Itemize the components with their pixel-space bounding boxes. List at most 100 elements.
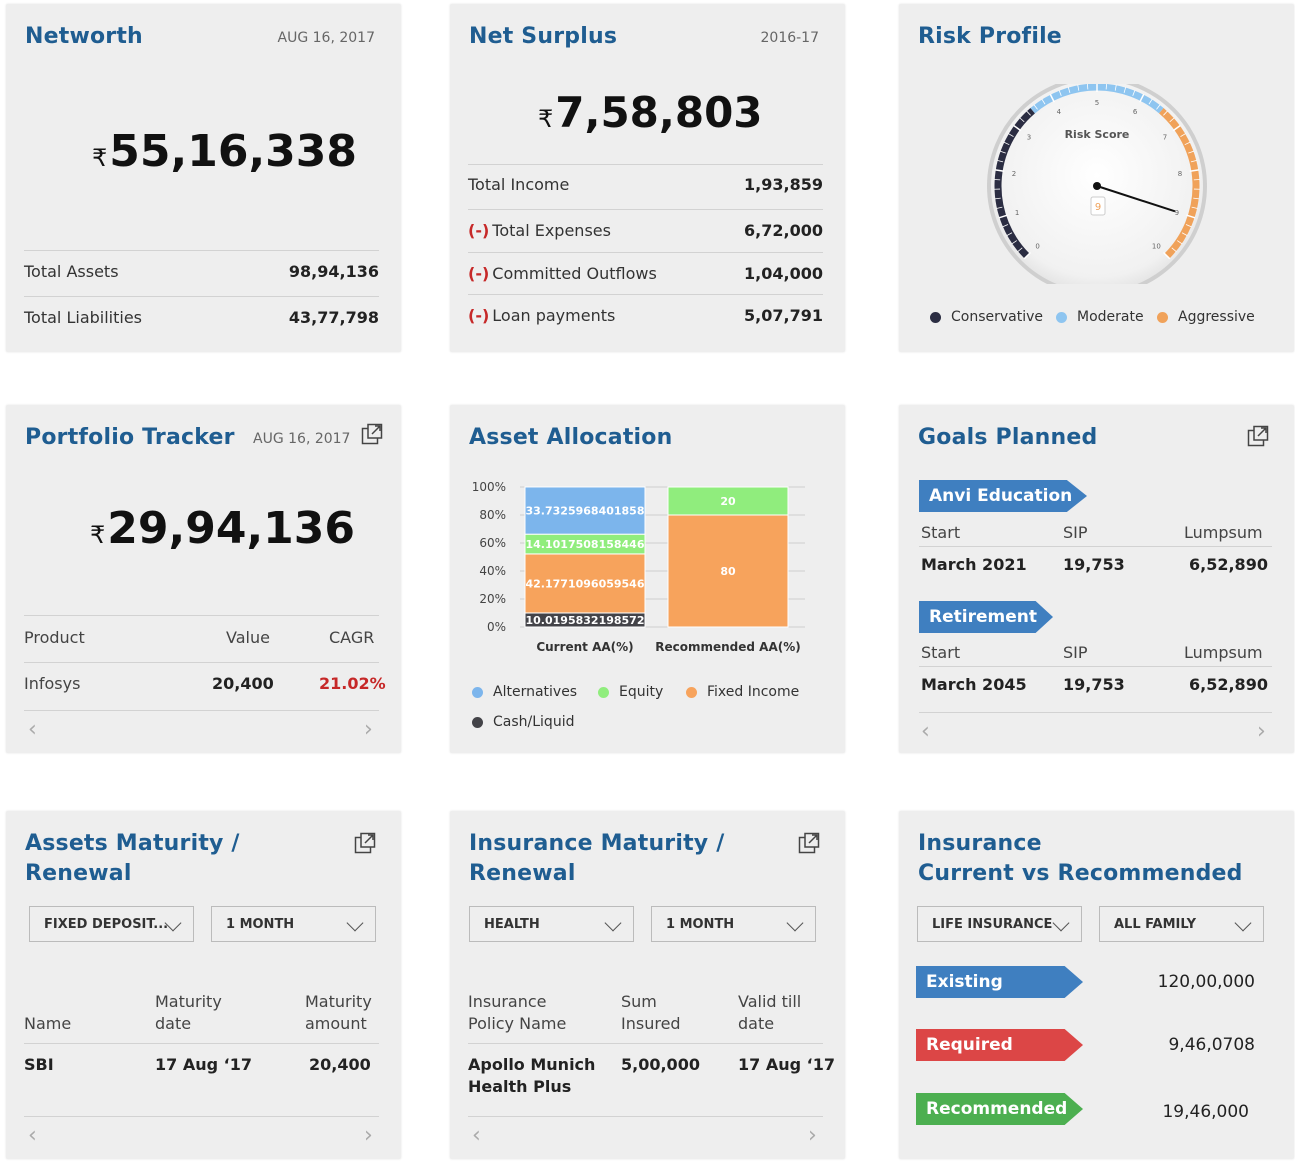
legend-fixed-income: Fixed Income [686, 684, 799, 700]
row-amount: 20,400 [309, 1055, 371, 1074]
header-name: Name [24, 1014, 72, 1033]
gauge-tick-label: 1 [1015, 209, 1019, 217]
prev-arrow[interactable]: ‹ [28, 719, 37, 741]
divider [468, 1116, 823, 1117]
insurance-type-select[interactable]: LIFE INSURANCE [917, 906, 1082, 942]
gauge-label: Risk Score [1065, 128, 1130, 141]
insurance-compare-title: Insurance Current vs Recommended [918, 831, 1243, 886]
next-arrow[interactable]: › [1257, 721, 1266, 743]
legend-equity: Equity [598, 684, 663, 700]
prev-arrow[interactable]: ‹ [921, 721, 930, 743]
header-lumpsum: Lumpsum [1184, 523, 1263, 542]
legend-aggressive: Aggressive [1157, 309, 1255, 325]
minus-icon: (-) [468, 264, 490, 283]
legend-dot [1056, 311, 1067, 323]
legend-cash-liquid: Cash/Liquid [472, 714, 574, 730]
popout-icon[interactable] [354, 832, 376, 854]
legend-dot [686, 686, 697, 698]
legend-dot [1157, 311, 1168, 323]
networth-value: 55,16,338 [109, 126, 358, 177]
prev-arrow[interactable]: ‹ [472, 1125, 481, 1147]
row-name: SBI [24, 1055, 54, 1074]
divider [24, 710, 379, 711]
legend-moderate: Moderate [1056, 309, 1144, 325]
header-policy-name: Insurance Policy Name [468, 992, 567, 1033]
row-value: 1,04,000 [744, 264, 823, 283]
prev-arrow[interactable]: ‹ [28, 1125, 37, 1147]
assets-maturity-title: Assets Maturity / Renewal [25, 831, 240, 886]
family-select[interactable]: ALL FAMILY [1099, 906, 1264, 942]
gauge-tick-label: 6 [1133, 108, 1138, 116]
gauge-pivot [1093, 182, 1101, 190]
goal-tag-anvi-education[interactable]: Anvi Education [919, 480, 1087, 512]
row-label: (-) Committed Outflows [468, 264, 657, 283]
divider [24, 1043, 379, 1044]
total-liabilities-row: Total Liabilities 43,77,798 [24, 308, 379, 327]
legend-dot [598, 686, 609, 698]
legend-alternatives: Alternatives [472, 684, 577, 700]
next-arrow[interactable]: › [364, 719, 373, 741]
row-label: Total Liabilities [24, 308, 143, 327]
row-valid: 17 Aug ‘17 [738, 1055, 835, 1074]
legend-dot [472, 716, 483, 728]
networth-card: Networth AUG 16, 2017 ₹55,16,338 Total A… [6, 4, 401, 352]
data-label: 80 [720, 565, 736, 578]
row-value: 98,94,136 [288, 262, 379, 281]
y-tick-label: 80% [479, 508, 506, 522]
header-value: Value [226, 628, 270, 647]
row-label: Total Assets [24, 262, 119, 281]
y-tick-label: 20% [479, 592, 506, 606]
header-sum-insured: Sum Insured [621, 992, 681, 1033]
goal-lumpsum: 6,52,890 [1189, 555, 1268, 574]
insurance-maturity-card: Insurance Maturity / Renewal HEALTH 1 MO… [450, 811, 845, 1159]
divider [24, 250, 379, 251]
header-product: Product [24, 628, 85, 647]
goal-tag-retirement[interactable]: Retirement [919, 601, 1053, 633]
insurance-type-select[interactable]: HEALTH [469, 906, 634, 942]
data-label: 14.1017508158446 [526, 538, 645, 551]
networth-title: Networth [25, 24, 143, 49]
rupee-icon: ₹ [90, 521, 106, 549]
popout-icon[interactable] [1247, 425, 1269, 447]
gauge-tick-label: 7 [1163, 134, 1167, 142]
score-value: 9 [1095, 202, 1101, 213]
data-label: 33.7325968401858 [526, 505, 645, 518]
row-date: 17 Aug ‘17 [155, 1055, 252, 1074]
assets-maturity-card: Assets Maturity / Renewal FIXED DEPOSIT.… [6, 811, 401, 1159]
period-select[interactable]: 1 MONTH [211, 906, 376, 942]
x-tick-label: Current AA(%) [536, 640, 633, 654]
next-arrow[interactable]: › [364, 1125, 373, 1147]
divider [24, 615, 379, 616]
surplus-title: Net Surplus [469, 24, 618, 49]
divider [468, 1043, 823, 1044]
portfolio-tracker-card: Portfolio Tracker AUG 16, 2017 ₹29,94,13… [6, 405, 401, 753]
asset-type-select[interactable]: FIXED DEPOSIT... [29, 906, 194, 942]
row-value: 5,07,791 [744, 306, 823, 325]
row-product: Infosys [24, 674, 81, 693]
divider [468, 209, 823, 210]
chevron-down-icon [1052, 914, 1070, 932]
gauge-tick-label: 10 [1152, 242, 1161, 250]
gauge-tick-label: 4 [1057, 108, 1062, 116]
recommended-value: 19,46,000 [1162, 1102, 1249, 1122]
next-arrow[interactable]: › [808, 1125, 817, 1147]
chevron-down-icon [1234, 914, 1252, 932]
legend-dot [930, 311, 941, 323]
portfolio-title: Portfolio Tracker [25, 425, 235, 450]
popout-icon[interactable] [361, 423, 383, 445]
y-tick-label: 40% [479, 564, 506, 578]
row-value: 20,400 [212, 674, 274, 693]
loan-payments-row: (-) Loan payments 5,07,791 [468, 306, 823, 325]
portfolio-amount: ₹29,94,136 [90, 503, 355, 554]
header-maturity-date: Maturity date [155, 992, 222, 1033]
networth-date: AUG 16, 2017 [277, 30, 375, 46]
goal-start: March 2045 [921, 675, 1027, 694]
popout-icon[interactable] [798, 832, 820, 854]
period-select[interactable]: 1 MONTH [651, 906, 816, 942]
tag-required: Required [916, 1029, 1083, 1061]
y-tick-label: 60% [479, 536, 506, 550]
goal-sip: 19,753 [1063, 555, 1125, 574]
gauge-tick-label: 8 [1178, 170, 1182, 178]
minus-icon: (-) [468, 221, 490, 240]
total-income-row: Total Income 1,93,859 [468, 175, 823, 194]
